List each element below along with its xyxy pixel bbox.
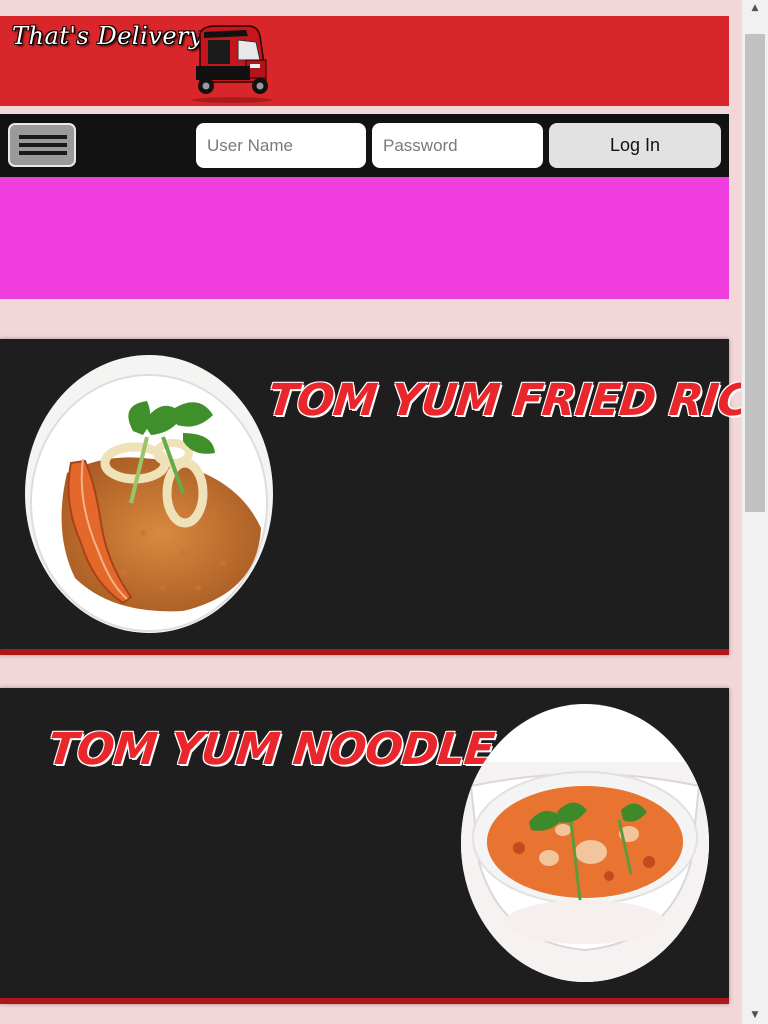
fried-rice-plate-image[interactable] bbox=[23, 353, 275, 636]
hamburger-menu-icon bbox=[19, 135, 67, 139]
tuk-tuk-icon[interactable] bbox=[186, 20, 276, 104]
banner bbox=[0, 177, 729, 299]
login-bar: Log In bbox=[0, 114, 729, 177]
menu-card[interactable]: TOM YUM FRIED RICE bbox=[0, 339, 768, 655]
login-button[interactable]: Log In bbox=[549, 123, 721, 168]
menu-toggle-button[interactable] bbox=[8, 123, 76, 167]
dish-title[interactable]: TOM YUM NOODLE bbox=[45, 724, 496, 775]
scroll-thumb[interactable] bbox=[745, 34, 765, 512]
dish-title[interactable]: TOM YUM FRIED RICE bbox=[265, 375, 768, 426]
hamburger-menu-icon bbox=[19, 151, 67, 155]
password-input[interactable] bbox=[372, 123, 543, 168]
menu-card[interactable]: TOM YUM NOODLE bbox=[0, 688, 729, 1004]
noodle-soup-bowl-image[interactable] bbox=[459, 702, 711, 985]
hamburger-menu-icon bbox=[19, 143, 67, 147]
scroll-up-icon[interactable]: ▲ bbox=[742, 0, 768, 17]
page: That's Delivery Log In bbox=[0, 0, 768, 1024]
brand-logo-text[interactable]: That's Delivery bbox=[12, 22, 203, 50]
page-scrollbar[interactable]: ▲ ▼ bbox=[741, 0, 768, 1024]
site-header: That's Delivery bbox=[0, 16, 729, 106]
scroll-down-icon[interactable]: ▼ bbox=[742, 1007, 768, 1024]
username-input[interactable] bbox=[196, 123, 366, 168]
